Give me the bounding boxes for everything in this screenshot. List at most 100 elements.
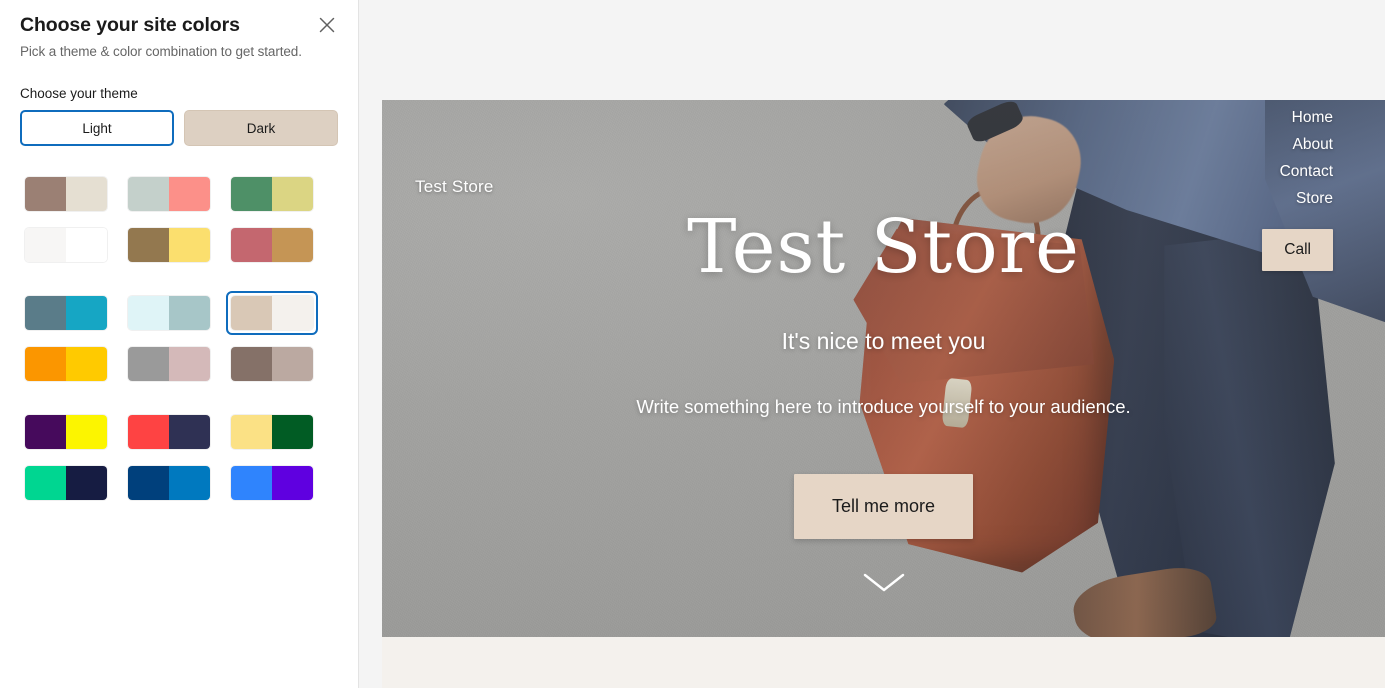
swatch-primary-color <box>25 347 66 381</box>
swatch-primary-color <box>231 296 272 330</box>
swatch-secondary-color <box>272 415 313 449</box>
swatch-preview <box>128 415 210 449</box>
theme-section-label: Choose your theme <box>20 86 138 101</box>
swatch-secondary-color <box>169 228 210 262</box>
swatch-primary-color <box>128 347 169 381</box>
swatch-primary-color <box>25 296 66 330</box>
swatch-primary-color <box>25 228 66 262</box>
swatch-preview <box>128 296 210 330</box>
swatch-secondary-color <box>66 415 107 449</box>
nav-item-about[interactable]: About <box>1292 131 1333 158</box>
swatch-secondary-color <box>66 228 107 262</box>
swatch-secondary-color <box>66 296 107 330</box>
color-swatch-bronze-yellow[interactable] <box>123 223 215 267</box>
swatch-primary-color <box>231 415 272 449</box>
swatch-preview <box>128 466 210 500</box>
hero-title: Test Store <box>687 204 1080 290</box>
color-swatch-taupe-cream[interactable] <box>20 172 112 216</box>
swatch-preview <box>231 415 313 449</box>
color-swatch-purple-yellow[interactable] <box>20 410 112 454</box>
swatch-primary-color <box>231 228 272 262</box>
color-swatch-offwhite-white[interactable] <box>20 223 112 267</box>
scroll-down-button[interactable] <box>862 572 906 599</box>
nav-item-home[interactable]: Home <box>1292 104 1333 131</box>
swatch-secondary-color <box>169 347 210 381</box>
swatch-secondary-color <box>169 466 210 500</box>
color-swatch-navy-azure[interactable] <box>123 461 215 505</box>
color-swatch-row <box>20 461 338 505</box>
swatch-preview <box>25 177 107 211</box>
color-swatch-red-navy[interactable] <box>123 410 215 454</box>
color-swatch-row <box>20 342 338 386</box>
hero-content: Test Store Home About Contact Store Call… <box>382 100 1385 637</box>
tell-me-more-button[interactable]: Tell me more <box>793 474 974 540</box>
color-swatch-mint-midnight[interactable] <box>20 461 112 505</box>
site-color-picker-screen: Choose your site colors Pick a theme & c… <box>0 0 1385 688</box>
swatch-secondary-color <box>272 177 313 211</box>
color-swatch-slate-teal[interactable] <box>20 291 112 335</box>
color-swatch-sage-coral[interactable] <box>123 172 215 216</box>
site-brand[interactable]: Test Store <box>415 177 494 197</box>
swatch-preview <box>25 228 107 262</box>
color-swatch-groups <box>20 172 338 505</box>
swatch-secondary-color <box>66 347 107 381</box>
color-swatch-beige-linen[interactable] <box>226 291 318 335</box>
swatch-primary-color <box>231 347 272 381</box>
theme-toggle-group: Light Dark <box>20 110 338 146</box>
panel-subtitle: Pick a theme & color combination to get … <box>20 44 302 59</box>
hero-tagline: It's nice to meet you <box>781 328 986 355</box>
color-swatch-row <box>20 291 338 335</box>
color-swatch-row <box>20 172 338 216</box>
swatch-preview <box>128 228 210 262</box>
swatch-secondary-color <box>66 177 107 211</box>
swatch-preview <box>231 347 313 381</box>
color-swatch-butter-forest[interactable] <box>226 410 318 454</box>
color-swatch-group <box>20 410 338 505</box>
color-swatch-orange-gold[interactable] <box>20 342 112 386</box>
swatch-primary-color <box>128 415 169 449</box>
color-swatch-row <box>20 410 338 454</box>
color-swatch-mocha-mauve[interactable] <box>226 342 318 386</box>
swatch-secondary-color <box>169 296 210 330</box>
color-swatch-group <box>20 291 338 386</box>
site-colors-panel: Choose your site colors Pick a theme & c… <box>0 0 359 688</box>
swatch-secondary-color <box>272 296 313 330</box>
swatch-preview <box>231 177 313 211</box>
swatch-preview <box>231 466 313 500</box>
hero-section: Test Store Home About Contact Store Call… <box>382 100 1385 637</box>
swatch-preview <box>25 347 107 381</box>
hero-description: Write something here to introduce yourse… <box>636 396 1131 418</box>
nav-item-contact[interactable]: Contact <box>1280 158 1333 185</box>
swatch-preview <box>231 296 313 330</box>
color-swatch-icewater-steel[interactable] <box>123 291 215 335</box>
close-button[interactable] <box>310 8 344 42</box>
color-swatch-gray-blush[interactable] <box>123 342 215 386</box>
color-swatch-group <box>20 172 338 267</box>
color-swatch-rose-camel[interactable] <box>226 223 318 267</box>
swatch-preview <box>25 466 107 500</box>
swatch-primary-color <box>128 466 169 500</box>
swatch-primary-color <box>128 177 169 211</box>
theme-option-light[interactable]: Light <box>20 110 175 146</box>
swatch-primary-color <box>231 177 272 211</box>
swatch-secondary-color <box>66 466 107 500</box>
swatch-primary-color <box>25 177 66 211</box>
color-swatch-green-olive[interactable] <box>226 172 318 216</box>
swatch-secondary-color <box>272 228 313 262</box>
swatch-preview <box>25 415 107 449</box>
hero-text-block: Test Store It's nice to meet you Write s… <box>382 204 1385 540</box>
theme-option-dark[interactable]: Dark <box>184 110 338 146</box>
swatch-secondary-color <box>169 415 210 449</box>
chevron-down-icon <box>863 573 904 592</box>
swatch-secondary-color <box>272 466 313 500</box>
swatch-primary-color <box>231 466 272 500</box>
swatch-primary-color <box>25 466 66 500</box>
site-preview-pane: Test Store Home About Contact Store Call… <box>359 0 1385 688</box>
color-swatch-blue-violet[interactable] <box>226 461 318 505</box>
swatch-primary-color <box>25 415 66 449</box>
swatch-primary-color <box>128 228 169 262</box>
panel-header: Choose your site colors Pick a theme & c… <box>20 0 338 59</box>
close-icon <box>319 17 335 33</box>
swatch-preview <box>128 347 210 381</box>
color-swatch-row <box>20 223 338 267</box>
